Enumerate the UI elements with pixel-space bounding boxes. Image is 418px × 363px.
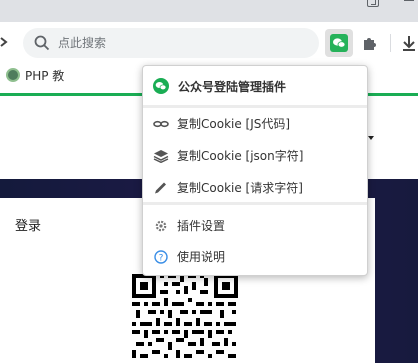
puzzle-icon[interactable]	[360, 33, 380, 53]
bookmark-item-php[interactable]: PHP 教	[25, 68, 64, 84]
popup-divider	[143, 202, 367, 205]
minimize-icon[interactable]	[404, 0, 414, 1]
login-title: 登录	[15, 219, 42, 234]
tab-search-icon[interactable]	[367, 0, 379, 7]
wechat-logo-icon	[153, 78, 169, 94]
tab-strip	[0, 0, 418, 22]
copy-cookie-json-item[interactable]: 复制Cookie [json字符]	[143, 142, 367, 170]
wechat-icon	[330, 34, 348, 52]
plugin-settings-item[interactable]: 插件设置	[143, 212, 367, 240]
plugin-settings-label: 插件设置	[177, 219, 226, 233]
gear-icon	[155, 220, 167, 232]
usage-guide-item[interactable]: ? 使用说明	[143, 243, 367, 271]
popup-header: 公众号登陆管理插件	[143, 66, 367, 105]
toolbar-separator	[390, 34, 391, 52]
layers-icon	[153, 150, 169, 163]
svg-text:?: ?	[159, 254, 164, 264]
search-input[interactable]: 点此搜索	[23, 28, 319, 58]
popup-title: 公众号登陆管理插件	[178, 80, 287, 94]
download-icon[interactable]	[400, 33, 418, 53]
link-icon	[153, 120, 169, 128]
copy-cookie-js-label: 复制Cookie [JS代码]	[177, 117, 291, 131]
popup-divider	[143, 105, 367, 108]
usage-guide-label: 使用说明	[177, 250, 226, 264]
qr-code	[130, 272, 240, 363]
extension-popup: 公众号登陆管理插件 复制Cookie [JS代码] 复制Cookie [json…	[142, 65, 368, 276]
search-icon	[34, 35, 50, 51]
copy-cookie-request-label: 复制Cookie [请求字符]	[177, 181, 303, 195]
copy-cookie-js-item[interactable]: 复制Cookie [JS代码]	[143, 110, 367, 138]
php-bookmark-icon	[6, 68, 20, 82]
pencil-icon	[155, 182, 166, 194]
search-placeholder: 点此搜索	[58, 36, 107, 50]
dropdown-caret-icon[interactable]	[368, 136, 374, 140]
copy-cookie-request-item[interactable]: 复制Cookie [请求字符]	[143, 174, 367, 202]
help-icon: ?	[154, 250, 168, 264]
wechat-extension-button[interactable]	[325, 29, 353, 57]
copy-cookie-json-label: 复制Cookie [json字符]	[177, 149, 304, 163]
chevron-right-icon[interactable]	[0, 34, 10, 50]
